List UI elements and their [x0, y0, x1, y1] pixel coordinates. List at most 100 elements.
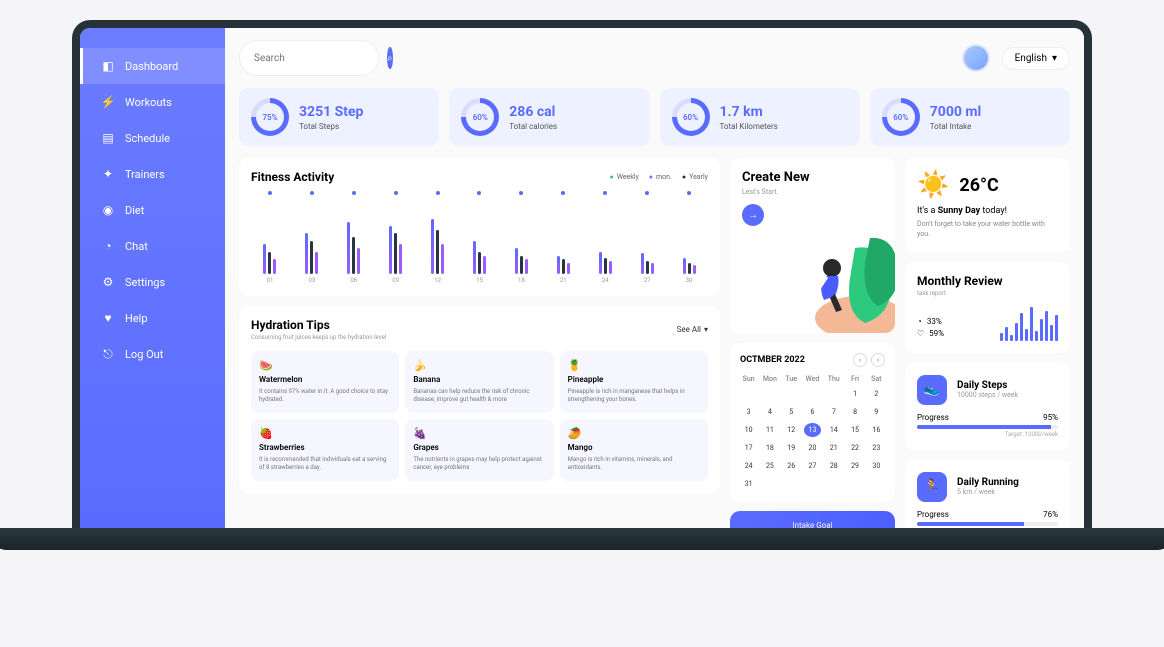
tip-card[interactable]: 🍓StrawberriesIt is recommended that indi… — [251, 419, 399, 481]
cal-day[interactable]: 23 — [868, 441, 885, 455]
sidebar-item-trainers[interactable]: ✦Trainers — [80, 156, 225, 192]
cal-day[interactable]: 26 — [783, 459, 800, 473]
cal-day[interactable]: 24 — [740, 459, 757, 473]
chart-bar-group: 12 — [421, 193, 455, 284]
diet-icon: ◉ — [101, 203, 115, 217]
fitness-chart: 0103060912151821242730 — [251, 194, 708, 284]
sidebar-item-schedule[interactable]: ▤Schedule — [80, 120, 225, 156]
review-sub: task report — [917, 290, 1058, 297]
chart-bar-group: 15 — [463, 193, 497, 284]
sidebar-item-diet[interactable]: ◉Diet — [80, 192, 225, 228]
create-title: Create New — [742, 170, 883, 185]
fruit-icon: 🍌 — [413, 359, 545, 372]
sidebar-item-settings[interactable]: ⚙Settings — [80, 264, 225, 300]
cal-day[interactable]: 20 — [804, 441, 821, 455]
cal-day[interactable]: 17 — [740, 441, 757, 455]
stat-value: 3251 Step — [299, 104, 363, 120]
sidebar-item-dashboard[interactable]: ◧Dashboard — [80, 48, 225, 84]
cal-day[interactable]: 21 — [825, 441, 842, 455]
cal-day — [804, 477, 821, 491]
tip-card[interactable]: 🍉WatermelonIt contains 97% water in it. … — [251, 351, 399, 413]
cal-day[interactable]: 29 — [846, 459, 863, 473]
cal-day[interactable]: 12 — [783, 423, 800, 437]
tip-card[interactable]: 🍇GrapesThe nutrients in grapes may help … — [405, 419, 553, 481]
clock-icon: ◔ — [917, 317, 922, 326]
cal-day[interactable]: 10 — [740, 423, 757, 437]
chart-bar-group: 24 — [588, 193, 622, 284]
tip-card[interactable]: 🍌BananaBananas can help reduce the risk … — [405, 351, 553, 413]
weather-sub: Don't forget to take your water bottle w… — [917, 220, 1058, 240]
sidebar-item-workouts[interactable]: ⚡Workouts — [80, 84, 225, 120]
create-sub: Lest's Start. — [742, 188, 883, 196]
goal-card: 🏃Daily Running5 km / weekProgress76% — [905, 460, 1070, 528]
cal-day[interactable]: 14 — [825, 423, 842, 437]
fruit-icon: 🍇 — [413, 427, 545, 440]
progress-ring: 60% — [461, 98, 499, 136]
cal-day[interactable]: 22 — [846, 441, 863, 455]
cal-prev-icon[interactable]: ‹ — [853, 353, 867, 367]
cal-dayhead: Sun — [740, 375, 757, 383]
cal-day — [761, 387, 778, 401]
tip-card[interactable]: 🍍PineapplePineapple is rich in manganese… — [560, 351, 708, 413]
cal-dayhead: Wed — [804, 375, 821, 383]
calendar-card: OCTMBER 2022 ‹› SunMonTueWedThuFriSat123… — [730, 343, 895, 501]
log out-icon: ⎋ — [101, 347, 115, 361]
chevron-down-icon: ▾ — [704, 325, 708, 334]
sidebar-item-help[interactable]: ♥Help — [80, 300, 225, 336]
sun-icon: ☀️ — [917, 170, 949, 200]
goal-card: 👟Daily Steps10000 steps / weekProgress95… — [905, 363, 1070, 450]
cal-day[interactable]: 28 — [825, 459, 842, 473]
cal-day[interactable]: 5 — [783, 405, 800, 419]
heart-icon: ♡ — [917, 329, 924, 338]
search-icon[interactable]: ⌕ — [387, 47, 393, 69]
stat-value: 1.7 km — [720, 104, 778, 120]
search-box[interactable]: ⌕ — [239, 40, 379, 76]
cal-day[interactable]: 4 — [761, 405, 778, 419]
language-select[interactable]: English▾ — [1002, 47, 1070, 70]
cal-day[interactable]: 6 — [804, 405, 821, 419]
cal-day[interactable]: 3 — [740, 405, 757, 419]
cal-day[interactable]: 18 — [761, 441, 778, 455]
cal-day[interactable]: 13 — [804, 423, 821, 437]
cal-day[interactable]: 31 — [740, 477, 757, 491]
cal-day[interactable]: 30 — [868, 459, 885, 473]
settings-icon: ⚙ — [101, 275, 115, 289]
cal-day[interactable]: 27 — [804, 459, 821, 473]
illustration — [790, 218, 895, 333]
search-input[interactable] — [254, 53, 387, 64]
progress-bar — [917, 425, 1058, 429]
cal-day[interactable]: 16 — [868, 423, 885, 437]
cal-day[interactable]: 9 — [868, 405, 885, 419]
dashboard-icon: ◧ — [101, 59, 115, 73]
cal-day — [783, 477, 800, 491]
review-title: Monthly Review — [917, 274, 1058, 288]
trainers-icon: ✦ — [101, 167, 115, 181]
cal-day[interactable]: 1 — [846, 387, 863, 401]
stat-label: Total Intake — [930, 122, 981, 131]
cal-day[interactable]: 11 — [761, 423, 778, 437]
cal-day[interactable]: 7 — [825, 405, 842, 419]
cal-day[interactable]: 25 — [761, 459, 778, 473]
cal-next-icon[interactable]: › — [871, 353, 885, 367]
calendar-month: OCTMBER 2022 — [740, 355, 805, 365]
tip-card[interactable]: 🥭MangoMango is rich in vitamins, mineral… — [560, 419, 708, 481]
cal-day — [825, 387, 842, 401]
sidebar-item-log-out[interactable]: ⎋Log Out — [80, 336, 225, 372]
see-all-link[interactable]: See All▾ — [677, 325, 708, 334]
cal-day — [846, 477, 863, 491]
create-arrow-button[interactable]: → — [742, 204, 764, 226]
sidebar-item-chat[interactable]: ◔Chat — [80, 228, 225, 264]
hydration-sub: Consuming fruit juices keeps up the hydr… — [251, 334, 386, 341]
avatar[interactable] — [962, 44, 990, 72]
cal-day[interactable]: 2 — [868, 387, 885, 401]
stat-label: Total calories — [509, 122, 557, 131]
cal-day[interactable]: 19 — [783, 441, 800, 455]
chart-bar-group: 18 — [504, 193, 538, 284]
schedule-icon: ▤ — [101, 131, 115, 145]
cal-day[interactable]: 8 — [846, 405, 863, 419]
cal-day[interactable]: 15 — [846, 423, 863, 437]
chat-icon: ◔ — [101, 239, 115, 253]
cal-day — [740, 387, 757, 401]
progress-ring: 75% — [251, 98, 289, 136]
fruit-icon: 🍉 — [259, 359, 391, 372]
